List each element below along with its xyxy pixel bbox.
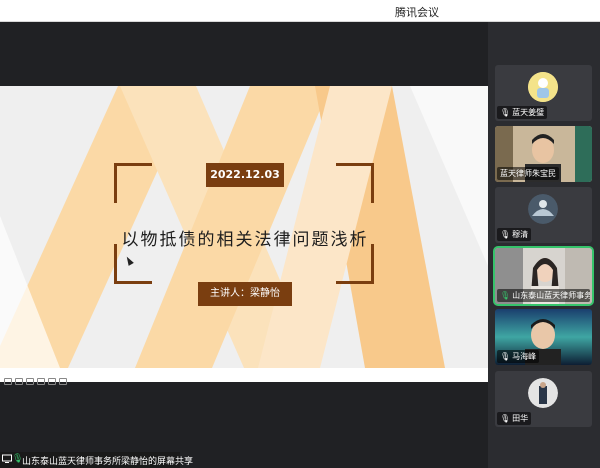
participant-tile[interactable]: 🎙 蓝天姜璧 xyxy=(495,65,592,121)
window-title: 腾讯会议 xyxy=(395,6,439,19)
video-icon[interactable] xyxy=(59,378,67,385)
mic-active-icon: 🎙 xyxy=(500,291,511,300)
slide-footer-strip xyxy=(0,368,488,382)
participant-name: 蓝天律师朱宝民 xyxy=(497,167,559,180)
participant-tile[interactable]: 🎙 马海峰 xyxy=(495,309,592,365)
mic-muted-icon: 🎙 xyxy=(500,414,511,423)
slide-date: 2022.12.03 xyxy=(210,168,280,181)
avatar xyxy=(528,72,558,102)
participant-tile-active[interactable]: 🎙山东泰山蓝天律师事务所... xyxy=(493,246,594,306)
slide-frame-corner-bottom-left xyxy=(114,244,152,284)
slide-title: 以物抵债的相关法律问题浅析 xyxy=(121,230,369,250)
slide-frame-corner-bottom-right xyxy=(336,244,374,284)
participant-tile[interactable]: 蓝天律师朱宝民 xyxy=(495,126,592,182)
slide-speaker: 主讲人：梁静怡 xyxy=(210,288,280,299)
screen-share-icon xyxy=(2,454,12,463)
pointer-icon[interactable] xyxy=(37,378,45,385)
mic-muted-icon: 🎙 xyxy=(500,230,511,239)
participant-name: 🎙山东泰山蓝天律师事务所... xyxy=(497,289,590,302)
avatar xyxy=(528,378,558,408)
participant-name: 🎙 马海峰 xyxy=(497,350,540,363)
mic-muted-icon: 🎙 xyxy=(500,352,511,361)
participant-name: 🎙 田华 xyxy=(497,412,532,425)
slide-frame-corner-top-left xyxy=(114,163,152,203)
participant-name: 🎙 穆清 xyxy=(497,228,532,241)
participant-tile[interactable]: 🎙 田华 xyxy=(495,371,592,427)
slide-frame-corner-top-right xyxy=(336,163,374,203)
eraser-icon[interactable] xyxy=(26,378,34,385)
slide-date-badge: 2022.12.03 xyxy=(206,163,284,187)
screen-share-label: 山东泰山蓝天律师事务所梁静怡的屏幕共享 xyxy=(22,457,194,467)
avatar xyxy=(528,194,558,224)
mic-muted-icon: 🎙 xyxy=(500,108,511,117)
participant-name: 🎙 蓝天姜璧 xyxy=(497,106,548,119)
screen-share-status: 🎙 山东泰山蓝天律师事务所梁静怡的屏幕共享 xyxy=(0,452,193,468)
pen-icon[interactable] xyxy=(4,378,12,385)
window-titlebar: 腾讯会议 xyxy=(0,0,600,22)
shape-icon[interactable] xyxy=(48,378,56,385)
slide-speaker-badge: 主讲人：梁静怡 xyxy=(198,282,292,306)
annotation-toolbar[interactable] xyxy=(4,370,70,385)
save-icon[interactable] xyxy=(15,378,23,385)
participant-tile[interactable]: 🎙 穆清 xyxy=(495,187,592,243)
